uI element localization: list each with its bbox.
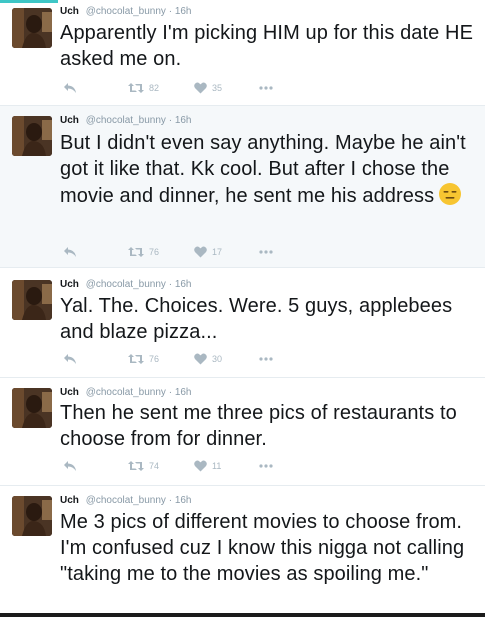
separator: · <box>168 6 173 17</box>
display-name[interactable]: Uch <box>60 387 79 398</box>
tweet-card[interactable]: Uch @chocolat_bunny · 16h Me 3 pics of d… <box>0 486 485 613</box>
display-name[interactable]: Uch <box>60 115 79 126</box>
more-button[interactable] <box>259 353 273 365</box>
like-button[interactable]: 35 <box>194 82 222 94</box>
tweet-header: Uch @chocolat_bunny · 16h <box>60 387 192 399</box>
timestamp[interactable]: 16h <box>175 279 192 290</box>
like-button[interactable]: 30 <box>194 353 222 365</box>
reply-button[interactable] <box>63 460 77 472</box>
more-button[interactable] <box>259 82 273 94</box>
like-count: 35 <box>212 83 223 93</box>
tweet-card[interactable]: Uch @chocolat_bunny · 16h But I didn't e… <box>0 106 485 268</box>
like-button[interactable]: 17 <box>194 246 222 258</box>
tweet-text: Then he sent me three pics of restaurant… <box>60 402 457 450</box>
retweet-button[interactable]: 74 <box>128 460 159 472</box>
reply-icon <box>64 247 76 257</box>
separator: · <box>168 115 173 126</box>
reply-icon <box>64 461 76 471</box>
tweet-header: Uch @chocolat_bunny · 16h <box>60 6 192 18</box>
display-name[interactable]: Uch <box>60 6 79 17</box>
display-name[interactable]: Uch <box>60 279 79 290</box>
handle[interactable]: @chocolat_bunny <box>86 6 166 17</box>
tweet-feed: Uch @chocolat_bunny · 16h Apparently I'm… <box>0 0 485 617</box>
avatar[interactable] <box>12 496 52 536</box>
tweet-text: But I didn't even say anything. Maybe he… <box>60 132 466 207</box>
reply-button[interactable] <box>63 246 77 258</box>
heart-icon <box>194 246 207 258</box>
heart-icon <box>194 353 207 365</box>
tweet-text: Apparently I'm picking HIM up for this d… <box>60 22 474 70</box>
timestamp[interactable]: 16h <box>175 115 192 126</box>
tweet-header: Uch @chocolat_bunny · 16h <box>60 115 192 127</box>
avatar-image <box>12 496 52 536</box>
timestamp[interactable]: 16h <box>175 6 192 17</box>
reply-button[interactable] <box>63 82 77 94</box>
reply-icon <box>64 83 76 93</box>
avatar-image <box>12 116 52 156</box>
tweet-text: Yal. The. Choices. Were. 5 guys, applebe… <box>60 295 453 343</box>
separator: · <box>168 387 173 398</box>
heart-icon <box>194 460 207 472</box>
retweet-count: 82 <box>149 83 160 93</box>
like-count: 17 <box>212 247 223 257</box>
more-icon <box>259 250 273 254</box>
avatar[interactable] <box>12 280 52 320</box>
tweet-text: Me 3 pics of different movies to choose … <box>60 511 465 585</box>
retweet-count: 74 <box>149 461 160 471</box>
tweet-card[interactable]: Uch @chocolat_bunny · 16h Apparently I'm… <box>0 0 485 106</box>
more-icon <box>259 464 273 468</box>
retweet-button[interactable]: 76 <box>128 246 159 258</box>
timestamp[interactable]: 16h <box>175 387 192 398</box>
separator: · <box>168 495 173 506</box>
handle[interactable]: @chocolat_bunny <box>86 495 166 506</box>
more-button[interactable] <box>259 460 273 472</box>
like-button[interactable]: 11 <box>194 460 221 472</box>
retweet-icon <box>128 247 144 257</box>
avatar-image <box>12 388 52 428</box>
reply-button[interactable] <box>63 353 77 365</box>
avatar-image <box>12 8 52 48</box>
avatar-image <box>12 280 52 320</box>
tweet-header: Uch @chocolat_bunny · 16h <box>60 495 192 507</box>
timestamp[interactable]: 16h <box>175 495 192 506</box>
retweet-button[interactable]: 82 <box>128 82 159 94</box>
retweet-icon <box>128 83 144 93</box>
avatar[interactable] <box>12 8 52 48</box>
avatar[interactable] <box>12 388 52 428</box>
retweet-count: 76 <box>149 354 160 364</box>
handle[interactable]: @chocolat_bunny <box>86 115 166 126</box>
avatar[interactable] <box>12 116 52 156</box>
handle[interactable]: @chocolat_bunny <box>86 279 166 290</box>
bottom-edge-bar <box>0 613 485 617</box>
like-count: 11 <box>212 461 222 471</box>
expressionless-face-icon <box>439 183 462 205</box>
reply-icon <box>64 354 76 364</box>
tweet-header: Uch @chocolat_bunny · 16h <box>60 279 192 291</box>
retweet-count: 76 <box>149 247 160 257</box>
more-icon <box>259 357 273 361</box>
display-name[interactable]: Uch <box>60 495 79 506</box>
heart-icon <box>194 82 207 94</box>
retweet-button[interactable]: 76 <box>128 353 159 365</box>
retweet-icon <box>128 354 144 364</box>
tweet-card[interactable]: Uch @chocolat_bunny · 16h Then he sent m… <box>0 378 485 486</box>
like-count: 30 <box>212 354 223 364</box>
more-button[interactable] <box>259 246 273 258</box>
handle[interactable]: @chocolat_bunny <box>86 387 166 398</box>
retweet-icon <box>128 461 144 471</box>
separator: · <box>168 279 173 290</box>
tweet-card[interactable]: Uch @chocolat_bunny · 16h Yal. The. Choi… <box>0 268 485 378</box>
tweet-text-wrap: But I didn't even say anything. Maybe he… <box>60 130 478 209</box>
more-icon <box>259 86 273 90</box>
